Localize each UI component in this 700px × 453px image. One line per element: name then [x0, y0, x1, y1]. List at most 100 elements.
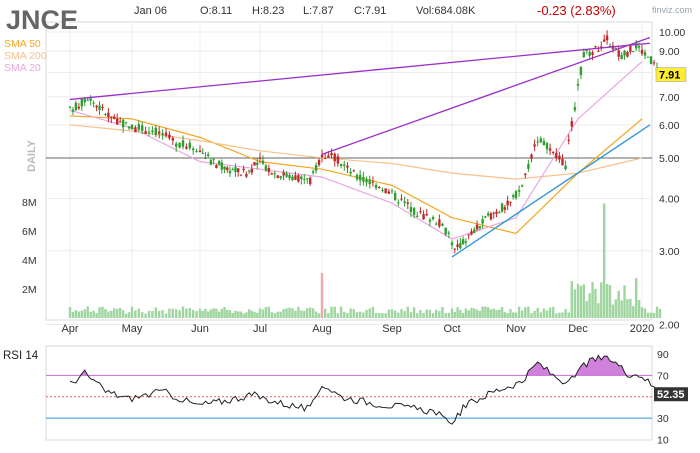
volume-bar — [323, 308, 327, 318]
volume-bar — [594, 288, 597, 318]
volume-bar — [403, 311, 406, 318]
volume-bar — [158, 310, 161, 318]
candle-body — [492, 212, 495, 214]
last-price-label: 7.91 — [659, 70, 680, 82]
candle-body — [161, 133, 164, 136]
volume-bar — [652, 313, 656, 318]
volume-bar — [459, 309, 462, 318]
candle-body — [412, 208, 416, 215]
volume-bar — [228, 310, 232, 318]
candle-body — [570, 120, 573, 127]
volume-bar — [629, 298, 632, 318]
candle-body — [181, 140, 185, 147]
volume-bar — [393, 310, 397, 318]
volume-bar — [368, 308, 371, 318]
volume-bar — [68, 307, 72, 318]
volume-bar — [570, 281, 573, 318]
candle-body — [419, 211, 422, 213]
candle-body — [333, 153, 336, 162]
candle-body — [536, 141, 539, 143]
volume-bar — [492, 308, 495, 318]
volume-tick-label: 2M — [22, 284, 37, 296]
candle-body — [300, 176, 303, 180]
volume-bar — [542, 308, 546, 318]
candle-body — [517, 189, 521, 192]
volume-bar — [253, 311, 256, 318]
volume-bar — [585, 301, 588, 318]
volume-bar — [521, 310, 524, 318]
candle-body — [144, 131, 147, 134]
volume-bar — [438, 311, 441, 318]
volume-bar — [637, 300, 641, 318]
candle-body — [506, 200, 509, 206]
volume-bar — [567, 312, 570, 318]
candle-body — [77, 106, 81, 109]
candle-body — [527, 163, 530, 169]
candle-body — [188, 142, 191, 149]
volume-bar — [552, 306, 555, 318]
volume-bar — [597, 303, 600, 318]
candle-body — [83, 98, 86, 103]
candle-body — [416, 215, 419, 217]
volume-bar — [226, 309, 229, 318]
volume-bar — [247, 309, 251, 318]
candle-body — [89, 98, 92, 101]
volume-bar — [74, 310, 78, 318]
volume-bar — [441, 306, 444, 318]
candle-body — [220, 162, 224, 170]
candle-body — [579, 66, 583, 76]
volume-bar — [171, 308, 174, 318]
candle-body — [104, 113, 107, 115]
candle-body — [349, 171, 352, 174]
candle-body — [387, 191, 391, 194]
volume-bar — [512, 312, 515, 318]
candle-body — [206, 154, 210, 156]
volume-bar — [626, 299, 629, 318]
volume-bar — [611, 304, 615, 318]
volume-bar — [649, 312, 653, 318]
candle-body — [308, 177, 312, 185]
volume-bar — [124, 313, 128, 318]
volume-bar — [400, 309, 403, 318]
volume-bar — [201, 311, 204, 318]
period-label: DAILY — [26, 139, 38, 172]
candle-body — [339, 163, 343, 166]
candle-body — [256, 162, 259, 165]
candle-body — [264, 165, 268, 171]
x-tick-label: Jul — [253, 323, 267, 335]
volume-bar — [192, 309, 195, 318]
volume-bar — [317, 313, 321, 318]
volume-bar — [89, 311, 92, 318]
legend-sma20: SMA 20 — [4, 62, 41, 74]
y-tick-label: 5.00 — [659, 153, 680, 165]
legend-sma200: SMA 200 — [4, 50, 47, 62]
candle-body — [637, 45, 641, 48]
candle-body — [464, 241, 468, 243]
volume-bar — [306, 308, 309, 318]
volume-bar — [545, 310, 549, 318]
y-tick-label: 9.00 — [659, 46, 680, 58]
candle-body — [406, 202, 409, 204]
candle-body — [258, 157, 262, 160]
candle-body — [495, 211, 498, 214]
candle-body — [393, 193, 397, 200]
candle-body — [473, 229, 476, 234]
candle-body — [403, 201, 406, 203]
volume-bar — [188, 307, 191, 318]
volume-bar — [245, 312, 248, 318]
finviz-watermark: finviz.com — [652, 5, 692, 15]
candle-body — [425, 213, 428, 216]
header-date: Jan 06 — [134, 5, 167, 17]
y-tick-label: 4.00 — [659, 194, 680, 206]
volume-bar — [178, 310, 181, 318]
candle-body — [594, 45, 597, 47]
candle-body — [629, 45, 632, 52]
candle-body — [605, 35, 609, 41]
candle-body — [92, 102, 95, 104]
volume-bar — [605, 283, 609, 318]
x-tick-label: Dec — [568, 323, 588, 335]
candle-body — [291, 176, 294, 181]
volume-bar — [339, 306, 343, 318]
volume-bar — [573, 289, 577, 318]
volume-bar — [83, 309, 86, 318]
